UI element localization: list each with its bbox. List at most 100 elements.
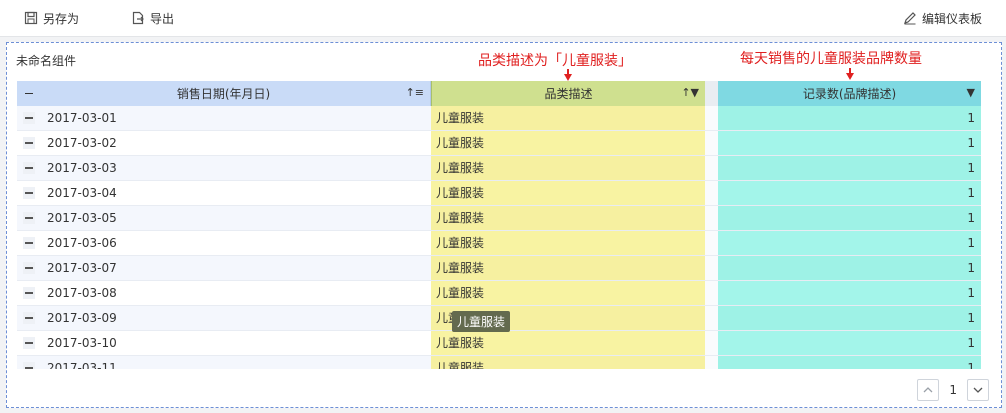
count-cell: 1: [718, 256, 981, 280]
table-row[interactable]: 2017-03-04 儿童服装 1: [17, 181, 981, 206]
table-row[interactable]: 2017-03-02 儿童服装 1: [17, 131, 981, 156]
collapse-icon[interactable]: [23, 337, 35, 349]
sort-asc-icon[interactable]: ↑≡: [406, 86, 424, 99]
sale-date-value: 2017-03-05: [47, 211, 117, 225]
save-as-label: 另存为: [43, 11, 80, 26]
column-header-label: 记录数(品牌描述): [802, 87, 897, 101]
category-annotation-arrowhead: [564, 74, 572, 81]
table-row[interactable]: 2017-03-05 儿童服装 1: [17, 206, 981, 231]
category-cell: 儿童服装: [431, 181, 705, 205]
sale-date-value: 2017-03-10: [47, 336, 117, 350]
column-gap-cell: [705, 356, 718, 369]
collapse-icon[interactable]: [23, 162, 35, 174]
save-as-button[interactable]: 另存为: [24, 9, 79, 27]
category-cell: 儿童服装: [431, 206, 705, 230]
edit-dashboard-button[interactable]: 编辑仪表板: [903, 9, 982, 27]
column-header-count[interactable]: 记录数(品牌描述) ▼: [718, 81, 981, 106]
table-row[interactable]: 2017-03-10 儿童服装 1: [17, 331, 981, 356]
collapse-icon[interactable]: [23, 112, 35, 124]
collapse-icon[interactable]: [23, 187, 35, 199]
sale-date-cell: 2017-03-09: [17, 306, 431, 330]
collapse-icon[interactable]: [23, 287, 35, 299]
toolbar: 另存为 导出 编辑仪表板: [0, 0, 1006, 37]
sale-date-value: 2017-03-09: [47, 311, 117, 325]
column-gap-cell: [705, 256, 718, 280]
pagination: 1: [917, 379, 989, 401]
count-cell: 1: [718, 156, 981, 180]
collapse-icon[interactable]: [23, 312, 35, 324]
table-row[interactable]: 2017-03-07 儿童服装 1: [17, 256, 981, 281]
export-label: 导出: [150, 11, 175, 26]
table-row[interactable]: 2017-03-06 儿童服装 1: [17, 231, 981, 256]
count-cell: 1: [718, 331, 981, 355]
pencil-icon: [904, 12, 916, 25]
category-cell: 儿童服装: [431, 356, 705, 369]
count-cell: 1: [718, 206, 981, 230]
category-cell: 儿童服装: [431, 256, 705, 280]
sale-date-cell: 2017-03-03: [17, 156, 431, 180]
collapse-icon[interactable]: [23, 137, 35, 149]
column-header-label: 销售日期(年月日): [176, 87, 271, 101]
sale-date-value: 2017-03-03: [47, 161, 117, 175]
current-page-number: 1: [949, 383, 957, 397]
count-cell: 1: [718, 181, 981, 205]
table-widget: 未命名组件 品类描述为「儿童服装」 每天销售的儿童服装品牌数量 销售日期(年月日…: [6, 42, 1002, 408]
sale-date-cell: 2017-03-02: [17, 131, 431, 155]
column-gap-cell: [705, 231, 718, 255]
count-cell: 1: [718, 231, 981, 255]
sale-date-value: 2017-03-11: [47, 361, 117, 369]
category-cell: 儿童服装: [431, 281, 705, 305]
sale-date-value: 2017-03-07: [47, 261, 117, 275]
table-row[interactable]: 2017-03-01 儿童服装 1: [17, 106, 981, 131]
sale-date-value: 2017-03-04: [47, 186, 117, 200]
collapse-icon[interactable]: [23, 88, 35, 99]
column-gap-cell: [705, 106, 718, 130]
column-gap: [705, 81, 718, 106]
sale-date-cell: 2017-03-11: [17, 356, 431, 369]
table-row[interactable]: 2017-03-03 儿童服装 1: [17, 156, 981, 181]
sale-date-value: 2017-03-08: [47, 286, 117, 300]
table-row[interactable]: 2017-03-08 儿童服装 1: [17, 281, 981, 306]
column-header-category[interactable]: 品类描述 ↑▼: [431, 81, 705, 106]
sale-date-cell: 2017-03-05: [17, 206, 431, 230]
category-cell: 儿童服装: [431, 106, 705, 130]
count-cell: 1: [718, 281, 981, 305]
table-row[interactable]: 2017-03-11 儿童服装 1: [17, 356, 981, 369]
sale-date-cell: 2017-03-06: [17, 231, 431, 255]
count-annotation: 每天销售的儿童服装品牌数量: [740, 51, 922, 67]
caret-down-icon[interactable]: ▼: [967, 86, 975, 99]
save-icon: [24, 11, 38, 25]
category-cell: 儿童服装: [431, 231, 705, 255]
collapse-icon[interactable]: [23, 212, 35, 224]
previous-page-button[interactable]: [917, 379, 940, 401]
chevron-down-icon: [973, 387, 983, 393]
sale-date-cell: 2017-03-04: [17, 181, 431, 205]
edit-dashboard-label: 编辑仪表板: [921, 11, 982, 26]
next-page-button[interactable]: [967, 379, 989, 401]
column-gap-cell: [705, 206, 718, 230]
collapse-icon[interactable]: [23, 237, 35, 249]
column-gap-cell: [705, 156, 718, 180]
collapse-icon[interactable]: [23, 362, 35, 369]
column-gap-cell: [705, 131, 718, 155]
chevron-up-icon: [923, 387, 933, 393]
column-header-sale-date[interactable]: 销售日期(年月日) ↑≡: [17, 81, 431, 106]
count-cell: 1: [718, 306, 981, 330]
cell-tooltip: 儿童服装: [452, 311, 511, 332]
category-cell: 儿童服装: [431, 156, 705, 180]
count-cell: 1: [718, 106, 981, 130]
sale-date-cell: 2017-03-01: [17, 106, 431, 130]
category-annotation: 品类描述为「儿童服装」: [478, 53, 632, 69]
sale-date-value: 2017-03-02: [47, 136, 117, 150]
widget-title: 未命名组件: [16, 54, 77, 68]
column-gap-cell: [705, 181, 718, 205]
count-cell: 1: [718, 131, 981, 155]
count-annotation-arrowhead: [846, 73, 854, 80]
sale-date-value: 2017-03-06: [47, 236, 117, 250]
column-gap-cell: [705, 306, 718, 330]
column-gap-cell: [705, 331, 718, 355]
export-button[interactable]: 导出: [131, 9, 174, 27]
collapse-icon[interactable]: [23, 262, 35, 274]
category-cell: 儿童服装: [431, 331, 705, 355]
sort-filter-icon[interactable]: ↑▼: [681, 86, 699, 99]
